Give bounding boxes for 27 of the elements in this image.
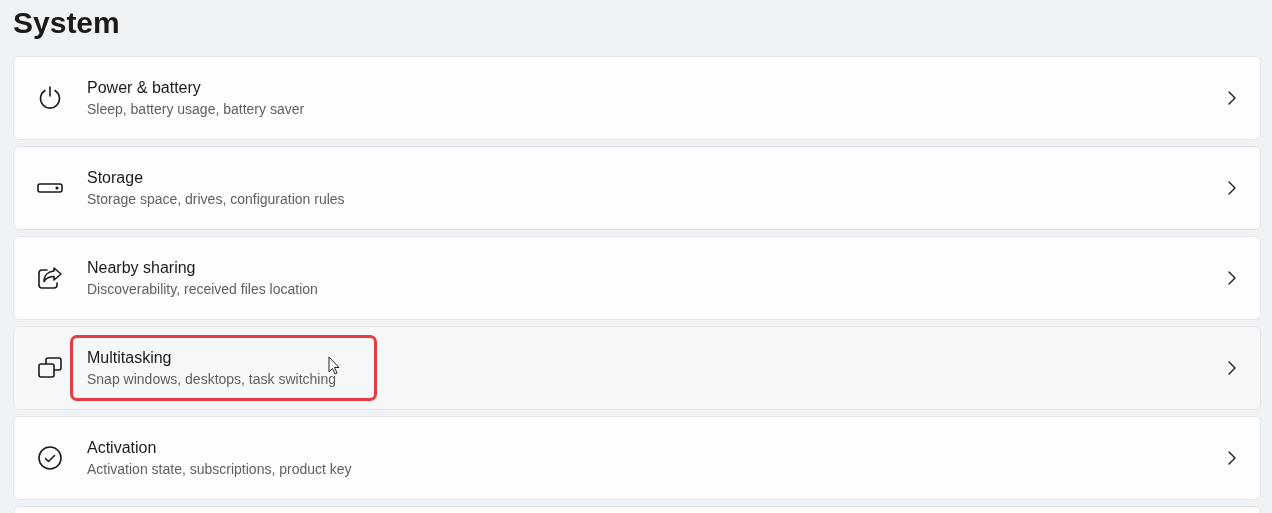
- checkmark-circle-icon: [37, 445, 63, 471]
- share-icon: [37, 266, 63, 290]
- drive-icon: [37, 182, 63, 194]
- windows-icon: [37, 356, 63, 380]
- item-description: Storage space, drives, configuration rules: [87, 190, 345, 209]
- settings-item[interactable]: Storage Storage space, drives, configuration rules: [13, 146, 1261, 230]
- chevron-right-icon: [1228, 361, 1236, 375]
- power-icon: [37, 85, 63, 111]
- item-description: Activation state, subscriptions, product key: [87, 460, 352, 479]
- page-title: System: [13, 5, 120, 41]
- item-title: Multitasking: [87, 347, 172, 368]
- item-title: Power & battery: [87, 77, 201, 98]
- settings-item[interactable]: Power & battery Sleep, battery usage, battery saver: [13, 56, 1261, 140]
- settings-item[interactable]: Nearby sharing Discoverability, received files location: [13, 236, 1261, 320]
- settings-item[interactable]: Activation Activation state, subscriptions, product key: [13, 416, 1261, 500]
- item-description: Sleep, battery usage, battery saver: [87, 100, 305, 119]
- mouse-pointer-icon: [328, 356, 340, 375]
- chevron-right-icon: [1228, 181, 1236, 195]
- item-description: Snap windows, desktops, task switching: [87, 370, 336, 389]
- chevron-right-icon: [1228, 451, 1236, 465]
- chevron-right-icon: [1228, 271, 1236, 285]
- item-title: Activation: [87, 437, 157, 458]
- settings-item[interactable]: Multitasking Snap windows, desktops, task switching: [13, 326, 1261, 410]
- item-title: Nearby sharing: [87, 257, 196, 278]
- item-description: Discoverability, received files location: [87, 280, 318, 299]
- chevron-right-icon: [1228, 91, 1236, 105]
- item-title: Storage: [87, 167, 144, 188]
